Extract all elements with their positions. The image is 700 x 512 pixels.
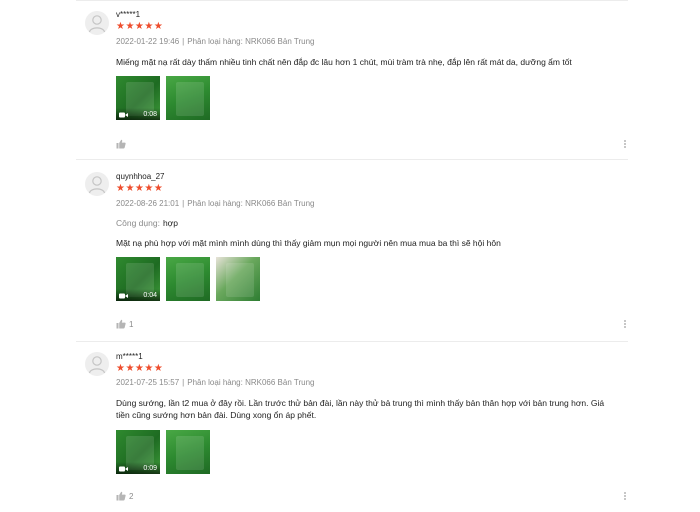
review-meta: 2021-07-25 15:57 | Phân loại hàng: NRK066 … [116, 378, 314, 387]
review-meta: 2022-01-22 19:46 | Phân loại hàng: NRK066 … [116, 37, 314, 46]
review-date: 2022-08-26 21:01 [116, 199, 180, 208]
review-image-thumbnail[interactable] [166, 76, 210, 120]
meta-separator: | [182, 199, 185, 208]
review-media: 0:09 [116, 430, 210, 474]
default-avatar-icon [88, 176, 106, 194]
video-overlay: 0:09 [116, 462, 160, 474]
variant-label: Phân loại hàng: [187, 37, 243, 46]
review-attribute: Công dụng: hợp [116, 218, 178, 228]
product-image [176, 82, 204, 116]
review-footer: 2 [116, 491, 628, 503]
attribute-value: hợp [162, 218, 178, 228]
review-video-thumbnail[interactable]: 0:04 [116, 257, 160, 301]
review-date: 2022-01-22 19:46 [116, 37, 180, 46]
product-image [226, 263, 254, 297]
review-media: 0:08 [116, 76, 210, 120]
dot-icon [624, 143, 626, 145]
reviewer-name[interactable]: m*****1 [116, 352, 143, 361]
meta-separator: | [182, 378, 185, 387]
variant-label: Phân loại hàng: [187, 378, 243, 387]
video-overlay: 0:04 [116, 289, 160, 301]
review-image-thumbnail[interactable] [166, 257, 210, 301]
video-camera-icon [119, 466, 128, 472]
like-button[interactable]: 1 [116, 319, 133, 329]
thumbs-up-icon [116, 319, 126, 329]
review-image-thumbnail[interactable] [216, 257, 260, 301]
product-image [176, 436, 204, 470]
review-footer [116, 139, 628, 151]
rating-stars: ★★★★★ [116, 21, 164, 32]
rating-stars: ★★★★★ [116, 363, 164, 374]
dot-icon [624, 140, 626, 142]
review-video-thumbnail[interactable]: 0:09 [116, 430, 160, 474]
review-image-thumbnail[interactable] [166, 430, 210, 474]
thumbs-up-icon [116, 139, 126, 149]
avatar[interactable] [85, 352, 109, 376]
dot-icon [624, 495, 626, 497]
review-text: Mặt nạ phù hợp với mặt mình mình dùng th… [116, 238, 501, 248]
variant-value: NRK066 Bản Trung [245, 199, 315, 208]
product-image [176, 263, 204, 297]
more-options-button[interactable] [622, 319, 628, 331]
like-count: 2 [129, 491, 134, 501]
video-duration: 0:08 [143, 111, 157, 118]
review-list: v*****1 ★★★★★ 2022-01-22 19:46 | Phân loại… [0, 0, 700, 501]
reviewer-name[interactable]: quynhhoa_27 [116, 172, 165, 181]
variant-value: NRK066 Bản Trung [245, 378, 315, 387]
review-item: v*****1 ★★★★★ 2022-01-22 19:46 | Phân loại… [76, 1, 628, 160]
attribute-label: Công dụng: [116, 218, 160, 228]
meta-separator: | [182, 37, 185, 46]
video-overlay: 0:08 [116, 108, 160, 120]
default-avatar-icon [88, 15, 106, 33]
variant-label: Phân loại hàng: [187, 199, 243, 208]
avatar[interactable] [85, 172, 109, 196]
more-options-button[interactable] [622, 139, 628, 151]
review-text: Miếng mặt nạ rất dày thấm nhiều tinh chấ… [116, 57, 572, 67]
like-button[interactable] [116, 139, 129, 149]
review-meta: 2022-08-26 21:01 | Phân loại hàng: NRK066 … [116, 199, 314, 208]
more-options-button[interactable] [622, 491, 628, 503]
review-text: Dùng sướng, lần t2 mua ở đây rồi. Lần tr… [116, 398, 605, 420]
review-item: quynhhoa_27 ★★★★★ 2022-08-26 21:01 | Phân … [76, 160, 628, 342]
video-camera-icon [119, 112, 128, 118]
video-duration: 0:09 [143, 465, 157, 472]
video-duration: 0:04 [143, 292, 157, 299]
dot-icon [624, 492, 626, 494]
like-count: 1 [129, 319, 134, 329]
rating-stars: ★★★★★ [116, 183, 164, 194]
variant-value: NRK066 Bản Trung [245, 37, 315, 46]
default-avatar-icon [88, 356, 106, 374]
dot-icon [624, 146, 626, 148]
reviewer-name[interactable]: v*****1 [116, 10, 140, 19]
review-item: m*****1 ★★★★★ 2021-07-25 15:57 | Phân loại… [76, 342, 628, 512]
dot-icon [624, 326, 626, 328]
avatar[interactable] [85, 11, 109, 35]
review-date: 2021-07-25 15:57 [116, 378, 180, 387]
dot-icon [624, 323, 626, 325]
review-video-thumbnail[interactable]: 0:08 [116, 76, 160, 120]
dot-icon [624, 320, 626, 322]
video-camera-icon [119, 293, 128, 299]
review-media: 0:04 [116, 257, 260, 301]
review-footer: 1 [116, 319, 628, 331]
